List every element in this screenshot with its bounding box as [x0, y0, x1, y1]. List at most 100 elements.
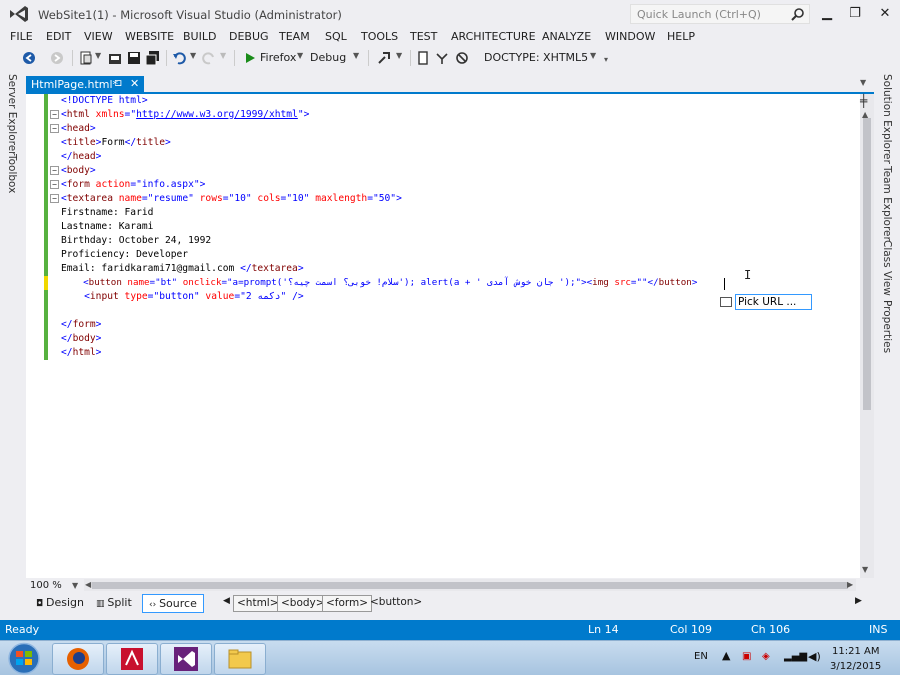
close-tab-icon[interactable]: ✕ [130, 77, 139, 90]
browser-selector[interactable]: Firefox [260, 51, 296, 64]
zoom-level[interactable]: 100 % [30, 580, 62, 591]
new-project-icon[interactable] [79, 51, 93, 65]
namespace-link[interactable]: http://www.w3.org/1999/xhtml [136, 109, 298, 120]
split-window-icon[interactable]: ╪ [860, 94, 867, 108]
doctype-dropdown-icon[interactable]: ▼ [590, 51, 596, 60]
taskbar-visual-studio[interactable] [160, 643, 212, 675]
undo-dropdown-icon[interactable]: ▼ [190, 51, 196, 60]
tray-volume-icon[interactable]: ◀) [808, 650, 821, 663]
outline-collapse-icon[interactable]: − [50, 180, 59, 189]
menu-help[interactable]: HELP [667, 30, 695, 43]
minimize-button[interactable]: ▁ [814, 4, 840, 24]
menu-tools[interactable]: TOOLS [361, 30, 398, 43]
open-file-icon[interactable] [108, 51, 122, 65]
taskbar-firefox[interactable] [52, 643, 104, 675]
maximize-button[interactable]: ❐ [842, 4, 868, 24]
document-tab-htmlpage[interactable]: HtmlPage.html* ⊐ ✕ [26, 76, 144, 93]
menu-analyze[interactable]: ANALYZE [542, 30, 591, 43]
start-debugging-icon[interactable] [243, 51, 257, 65]
code-editor[interactable] [26, 94, 860, 578]
taskbar-explorer[interactable] [214, 643, 266, 675]
new-project-dropdown-icon[interactable]: ▼ [95, 51, 101, 60]
menu-team[interactable]: TEAM [279, 30, 310, 43]
redo-icon[interactable] [202, 51, 216, 65]
menu-view[interactable]: VIEW [84, 30, 113, 43]
source-view-icon: ‹› [149, 600, 160, 610]
server-explorer-tab[interactable]: Server Explorer [6, 74, 18, 156]
close-window-button[interactable]: ✕ [872, 4, 898, 24]
tray-security-icon[interactable]: ◈ [762, 651, 770, 662]
taskbar-acrobat[interactable] [106, 643, 158, 675]
clock-time[interactable]: 11:21 AM [832, 646, 879, 657]
split-view-button[interactable]: ▥ Split [90, 594, 138, 613]
code-line-17: </form> [61, 319, 102, 330]
tray-network-icon[interactable]: ▣ [742, 651, 751, 662]
document-icon[interactable] [416, 51, 430, 65]
configuration-dropdown-icon[interactable]: ▼ [353, 51, 359, 60]
back-arrow-icon[interactable] [22, 51, 36, 65]
windows-start-icon[interactable] [4, 642, 44, 675]
forward-arrow-icon[interactable] [50, 51, 64, 65]
properties-tab[interactable]: Properties [881, 300, 893, 353]
windows-taskbar: EN ▲ ▣ ◈ ▂▄▆ ◀) 11:21 AM 3/12/2015 [0, 640, 900, 675]
save-icon[interactable] [127, 51, 141, 65]
menu-debug[interactable]: DEBUG [229, 30, 269, 43]
unsaved-change-marker [44, 276, 48, 290]
menu-file[interactable]: FILE [10, 30, 33, 43]
menu-architecture[interactable]: ARCHITECTURE [451, 30, 536, 43]
pick-url-item[interactable]: Pick URL ... [735, 294, 812, 310]
status-char: Ch 106 [751, 623, 791, 636]
menu-window[interactable]: WINDOW [605, 30, 655, 43]
team-explorer-tab[interactable]: Team Explorer [881, 166, 893, 241]
firefox-icon [67, 648, 89, 670]
code-line-12: Proficiency: Developer [61, 249, 189, 260]
breadcrumb-body[interactable]: <body> [277, 595, 329, 612]
outline-collapse-icon[interactable]: − [50, 194, 59, 203]
horizontal-scroll-thumb[interactable] [92, 582, 848, 589]
outline-collapse-icon[interactable]: − [50, 166, 59, 175]
format-icon[interactable] [435, 51, 449, 65]
browser-link-icon[interactable] [377, 51, 391, 65]
breadcrumb-form[interactable]: <form> [322, 595, 373, 612]
menu-build[interactable]: BUILD [183, 30, 216, 43]
class-view-tab[interactable]: Class View [881, 240, 893, 296]
language-indicator[interactable]: EN [694, 651, 708, 662]
menu-edit[interactable]: EDIT [46, 30, 71, 43]
search-icon[interactable] [791, 7, 805, 21]
redo-dropdown-icon[interactable]: ▼ [220, 51, 226, 60]
configuration-selector[interactable]: Debug [310, 51, 346, 64]
tray-arrow-icon[interactable]: ▲ [722, 649, 730, 662]
pin-tab-icon[interactable]: ⊐ [114, 78, 122, 89]
toolbox-tab[interactable]: Toolbox [6, 154, 18, 193]
quick-launch-input[interactable]: Quick Launch (Ctrl+Q) [630, 4, 810, 24]
design-view-button[interactable]: ◘ Design [30, 594, 90, 613]
menu-bar: FILE EDIT VIEW WEBSITE BUILD DEBUG TEAM … [0, 28, 900, 46]
breadcrumb-right-icon[interactable]: ▶ [852, 595, 865, 612]
menu-website[interactable]: WEBSITE [125, 30, 174, 43]
scroll-left-icon[interactable]: ◀ [85, 580, 91, 589]
browser-link-dropdown-icon[interactable]: ▼ [396, 51, 402, 60]
menu-test[interactable]: TEST [410, 30, 437, 43]
save-all-icon[interactable] [146, 51, 160, 65]
breadcrumb-html[interactable]: <html> [233, 595, 283, 612]
source-view-button[interactable]: ‹› Source [142, 594, 204, 613]
vertical-scroll-thumb[interactable] [863, 118, 871, 410]
scroll-up-icon[interactable]: ▲ [862, 110, 868, 119]
validation-icon[interactable] [455, 51, 469, 65]
scroll-down-icon[interactable]: ▼ [862, 565, 868, 574]
toolbar-overflow-icon[interactable]: ▾ [604, 55, 608, 64]
scroll-right-icon[interactable]: ▶ [847, 580, 853, 589]
tray-signal-icon[interactable]: ▂▄▆ [784, 651, 807, 662]
tab-overflow-dropdown-icon[interactable]: ▼ [860, 78, 866, 87]
clock-date[interactable]: 3/12/2015 [830, 661, 881, 672]
outline-collapse-icon[interactable]: − [50, 110, 59, 119]
zoom-dropdown-icon[interactable]: ▼ [72, 581, 78, 590]
doctype-selector[interactable]: DOCTYPE: XHTML5 [484, 51, 588, 64]
breadcrumb-button[interactable]: <button> [367, 595, 425, 612]
solution-explorer-tab[interactable]: Solution Explorer [881, 74, 893, 164]
undo-icon[interactable] [172, 51, 186, 65]
menu-sql[interactable]: SQL [325, 30, 347, 43]
breadcrumb-left-icon[interactable]: ◀ [220, 595, 233, 612]
outline-collapse-icon[interactable]: − [50, 124, 59, 133]
browser-dropdown-icon[interactable]: ▼ [297, 51, 303, 60]
